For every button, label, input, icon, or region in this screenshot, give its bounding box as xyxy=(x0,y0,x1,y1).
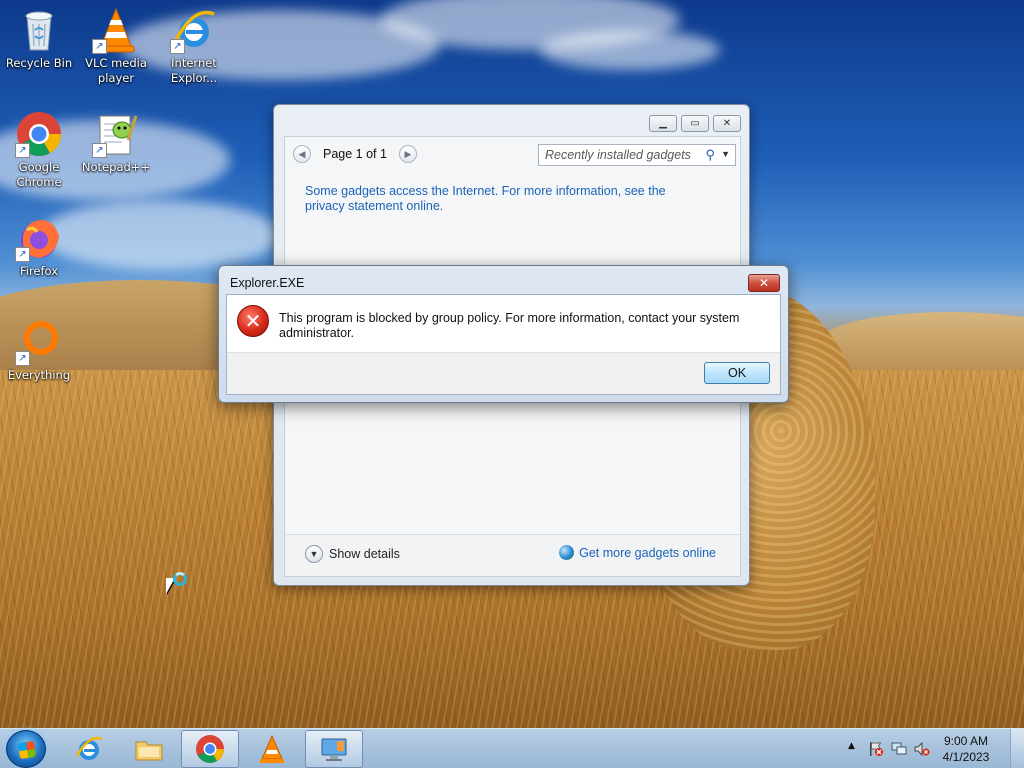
desktop-icon-recycle-bin[interactable]: Recycle Bin xyxy=(0,6,78,71)
taskbar-internet-explorer[interactable] xyxy=(60,730,118,768)
globe-icon xyxy=(559,545,575,560)
shortcut-arrow-icon: ↗ xyxy=(92,143,107,158)
arrow-left-icon[interactable]: ◀ xyxy=(293,145,311,163)
folder-icon xyxy=(134,734,164,764)
clock-time: 9:00 AM xyxy=(943,734,989,748)
dialog-title: Explorer.EXE xyxy=(230,276,305,290)
taskbar-file-explorer[interactable] xyxy=(120,730,178,768)
minimize-button[interactable]: ▁ xyxy=(649,115,677,132)
taskbar-vlc[interactable] xyxy=(243,730,301,768)
arrow-right-icon[interactable]: ▶ xyxy=(398,145,417,163)
vlc-icon: ↗ xyxy=(92,6,140,54)
gadget-search-input[interactable]: Recently installed gadgets ⚲ ▼ xyxy=(538,144,736,166)
dialog-close-button[interactable]: ✕ xyxy=(748,274,780,292)
desktop-icon-firefox[interactable]: ↗ Firefox xyxy=(0,214,78,279)
chrome-icon xyxy=(195,734,225,764)
desktop-icon-google-chrome[interactable]: ↗ Google Chrome xyxy=(0,110,78,190)
vlc-icon xyxy=(257,734,287,764)
get-more-gadgets-link[interactable]: Get more gadgets online xyxy=(559,545,716,560)
error-message: This program is blocked by group policy.… xyxy=(279,311,740,340)
show-hidden-icons-button[interactable]: ▲ xyxy=(848,741,855,751)
start-button[interactable] xyxy=(6,730,46,768)
desktop-icon-label: Recycle Bin xyxy=(5,56,73,70)
desktop-icon-internet-explorer[interactable]: ↗ Internet Explor... xyxy=(155,6,233,86)
page-indicator: Page 1 of 1 xyxy=(323,147,387,161)
desktop-icon-vlc[interactable]: ↗ VLC media player xyxy=(77,6,155,86)
maximize-button[interactable]: ▭ xyxy=(681,115,709,132)
shortcut-arrow-icon: ↗ xyxy=(15,247,30,262)
show-details-label: Show details xyxy=(329,547,400,561)
clock-date: 4/1/2023 xyxy=(942,750,990,764)
chrome-icon: ↗ xyxy=(15,110,63,158)
show-desktop-button[interactable] xyxy=(1010,729,1024,768)
close-button[interactable]: ✕ xyxy=(713,115,741,132)
network-icon[interactable] xyxy=(891,741,907,757)
volume-muted-icon[interactable] xyxy=(914,741,930,757)
chevron-down-icon[interactable]: ▼ xyxy=(721,149,730,159)
ok-button[interactable]: OK xyxy=(704,362,770,384)
taskbar-desktop-gadgets[interactable] xyxy=(305,730,363,768)
shortcut-arrow-icon: ↗ xyxy=(15,143,30,158)
clock[interactable]: 9:00 AM 4/1/2023 xyxy=(936,733,996,765)
desktop-icon-label: Firefox xyxy=(19,264,59,278)
dialog-button-bar: OK xyxy=(227,352,780,394)
gadgets-footer: ▼ Show details Get more gadgets online xyxy=(285,534,740,576)
desktop-icon-notepad-plus-plus[interactable]: ↗ Notepad++ xyxy=(77,110,155,175)
search-icon[interactable]: ⚲ xyxy=(705,147,715,163)
desktop-icon-label: Google Chrome xyxy=(16,160,62,189)
internet-explorer-icon: ↗ xyxy=(170,6,218,54)
show-details-button[interactable]: ▼ Show details xyxy=(305,545,400,563)
get-more-label: Get more gadgets online xyxy=(579,545,716,560)
desktop-icon-label: Everything xyxy=(7,368,71,382)
error-dialog: Explorer.EXE ✕ ✕ This program is blocked… xyxy=(218,265,789,403)
firefox-icon: ↗ xyxy=(15,214,63,262)
busy-spinner-icon xyxy=(173,572,187,586)
gadget-pager: ◀ Page 1 of 1 ▶ xyxy=(293,143,417,165)
dialog-body: ✕ This program is blocked by group polic… xyxy=(226,294,781,395)
internet-explorer-icon xyxy=(74,734,104,764)
taskbar-google-chrome[interactable] xyxy=(181,730,239,768)
recycle-bin-icon xyxy=(15,6,63,54)
search-value: Recently installed gadgets xyxy=(545,148,691,162)
desktop-icon-everything[interactable]: ↗ Everything xyxy=(0,318,78,383)
shortcut-arrow-icon: ↗ xyxy=(92,39,107,54)
shortcut-arrow-icon: ↗ xyxy=(170,39,185,54)
windows-logo-icon xyxy=(17,740,37,760)
privacy-statement-link[interactable]: Some gadgets access the Internet. For mo… xyxy=(305,184,705,214)
error-icon: ✕ xyxy=(237,305,269,337)
notepad-plus-plus-icon: ↗ xyxy=(92,110,140,158)
desktop-icon-label: Internet Explor... xyxy=(170,56,218,85)
flag-icon[interactable] xyxy=(868,741,884,757)
everything-search-icon: ↗ xyxy=(15,318,63,366)
taskbar: ▲ 9:00 AM 4/1/2023 xyxy=(0,728,1024,768)
desktop-icon-label: Notepad++ xyxy=(81,160,151,174)
desktop-icon-label: VLC media player xyxy=(85,56,147,85)
gadgets-icon xyxy=(319,734,349,764)
chevron-down-icon: ▼ xyxy=(305,545,323,563)
window-controls: ▁ ▭ ✕ xyxy=(649,115,741,132)
shortcut-arrow-icon: ↗ xyxy=(15,351,30,366)
